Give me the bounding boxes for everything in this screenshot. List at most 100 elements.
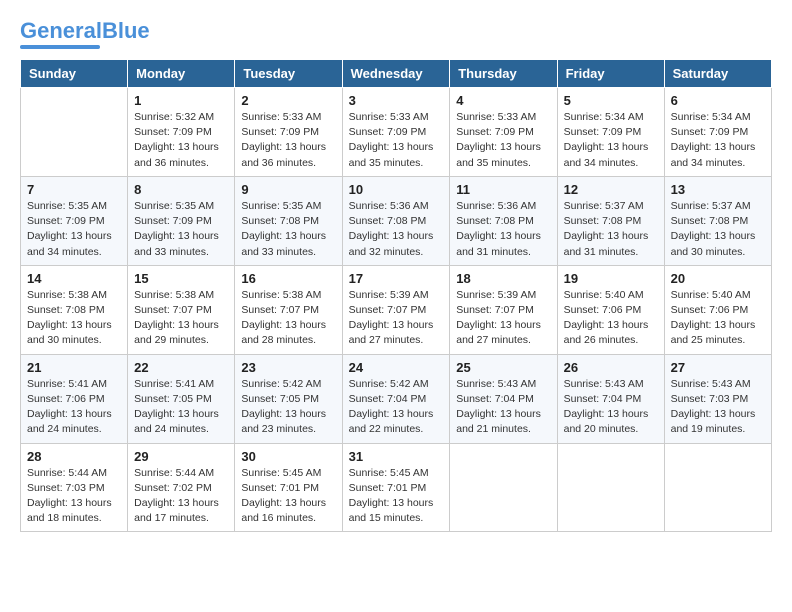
day-number: 15 (134, 271, 228, 286)
day-number: 14 (27, 271, 121, 286)
day-info: Sunrise: 5:37 AMSunset: 7:08 PMDaylight:… (564, 199, 658, 260)
day-cell: 14 Sunrise: 5:38 AMSunset: 7:08 PMDayligh… (21, 265, 128, 354)
day-info: Sunrise: 5:45 AMSunset: 7:01 PMDaylight:… (349, 466, 444, 527)
day-cell: 16Sunrise: 5:38 AMSunset: 7:07 PMDayligh… (235, 265, 342, 354)
week-row-4: 21Sunrise: 5:41 AMSunset: 7:06 PMDayligh… (21, 354, 772, 443)
col-header-monday: Monday (128, 60, 235, 88)
day-info: Sunrise: 5:36 AMSunset: 7:08 PMDaylight:… (456, 199, 550, 260)
week-row-1: 1 Sunrise: 5:32 AMSunset: 7:09 PMDaylight… (21, 88, 772, 177)
day-cell: 8 Sunrise: 5:35 AMSunset: 7:09 PMDaylight… (128, 176, 235, 265)
page-header: GeneralBlue (20, 20, 772, 49)
day-number: 30 (241, 449, 335, 464)
day-info: Sunrise: 5:32 AMSunset: 7:09 PMDaylight:… (134, 110, 228, 171)
day-cell: 22 Sunrise: 5:41 AMSunset: 7:05 PMDayligh… (128, 354, 235, 443)
day-cell: 5 Sunrise: 5:34 AMSunset: 7:09 PMDaylight… (557, 88, 664, 177)
day-number: 3 (349, 93, 444, 108)
day-info: Sunrise: 5:42 AMSunset: 7:04 PMDaylight:… (349, 377, 444, 438)
day-number: 24 (349, 360, 444, 375)
logo: GeneralBlue (20, 20, 150, 49)
day-cell: 18 Sunrise: 5:39 AMSunset: 7:07 PMDayligh… (450, 265, 557, 354)
day-number: 20 (671, 271, 765, 286)
day-cell (557, 443, 664, 532)
day-number: 8 (134, 182, 228, 197)
day-number: 29 (134, 449, 228, 464)
day-cell: 29Sunrise: 5:44 AMSunset: 7:02 PMDayligh… (128, 443, 235, 532)
day-info: Sunrise: 5:35 AMSunset: 7:08 PMDaylight:… (241, 199, 335, 260)
day-info: Sunrise: 5:34 AMSunset: 7:09 PMDaylight:… (564, 110, 658, 171)
day-number: 12 (564, 182, 658, 197)
day-info: Sunrise: 5:37 AMSunset: 7:08 PMDaylight:… (671, 199, 765, 260)
day-number: 22 (134, 360, 228, 375)
logo-general: General (20, 18, 102, 43)
day-info: Sunrise: 5:45 AMSunset: 7:01 PMDaylight:… (241, 466, 335, 527)
week-row-2: 7Sunrise: 5:35 AMSunset: 7:09 PMDaylight… (21, 176, 772, 265)
day-cell: 28 Sunrise: 5:44 AMSunset: 7:03 PMDayligh… (21, 443, 128, 532)
day-number: 10 (349, 182, 444, 197)
day-cell: 20 Sunrise: 5:40 AMSunset: 7:06 PMDayligh… (664, 265, 771, 354)
day-cell: 21Sunrise: 5:41 AMSunset: 7:06 PMDayligh… (21, 354, 128, 443)
day-info: Sunrise: 5:35 AMSunset: 7:09 PMDaylight:… (27, 199, 121, 260)
day-cell: 30 Sunrise: 5:45 AMSunset: 7:01 PMDayligh… (235, 443, 342, 532)
day-info: Sunrise: 5:43 AMSunset: 7:04 PMDaylight:… (456, 377, 550, 438)
day-number: 17 (349, 271, 444, 286)
day-number: 23 (241, 360, 335, 375)
day-number: 21 (27, 360, 121, 375)
day-cell: 10 Sunrise: 5:36 AMSunset: 7:08 PMDayligh… (342, 176, 450, 265)
day-number: 27 (671, 360, 765, 375)
day-number: 4 (456, 93, 550, 108)
day-cell: 31 Sunrise: 5:45 AMSunset: 7:01 PMDayligh… (342, 443, 450, 532)
day-cell: 25 Sunrise: 5:43 AMSunset: 7:04 PMDayligh… (450, 354, 557, 443)
day-cell: 13 Sunrise: 5:37 AMSunset: 7:08 PMDayligh… (664, 176, 771, 265)
day-cell: 6Sunrise: 5:34 AMSunset: 7:09 PMDaylight… (664, 88, 771, 177)
day-info: Sunrise: 5:44 AMSunset: 7:03 PMDaylight:… (27, 466, 121, 527)
day-info: Sunrise: 5:38 AMSunset: 7:07 PMDaylight:… (134, 288, 228, 349)
day-cell: 17Sunrise: 5:39 AMSunset: 7:07 PMDayligh… (342, 265, 450, 354)
day-cell: 15 Sunrise: 5:38 AMSunset: 7:07 PMDayligh… (128, 265, 235, 354)
day-cell: 1 Sunrise: 5:32 AMSunset: 7:09 PMDaylight… (128, 88, 235, 177)
day-cell (450, 443, 557, 532)
calendar-table: SundayMondayTuesdayWednesdayThursdayFrid… (20, 59, 772, 532)
day-cell (664, 443, 771, 532)
day-number: 18 (456, 271, 550, 286)
day-number: 16 (241, 271, 335, 286)
day-info: Sunrise: 5:42 AMSunset: 7:05 PMDaylight:… (241, 377, 335, 438)
day-info: Sunrise: 5:43 AMSunset: 7:04 PMDaylight:… (564, 377, 658, 438)
day-number: 25 (456, 360, 550, 375)
logo-blue: Blue (102, 18, 150, 43)
day-info: Sunrise: 5:38 AMSunset: 7:08 PMDaylight:… (27, 288, 121, 349)
day-cell: 23 Sunrise: 5:42 AMSunset: 7:05 PMDayligh… (235, 354, 342, 443)
day-cell: 24 Sunrise: 5:42 AMSunset: 7:04 PMDayligh… (342, 354, 450, 443)
day-info: Sunrise: 5:36 AMSunset: 7:08 PMDaylight:… (349, 199, 444, 260)
day-number: 19 (564, 271, 658, 286)
day-cell (21, 88, 128, 177)
col-header-tuesday: Tuesday (235, 60, 342, 88)
col-header-sunday: Sunday (21, 60, 128, 88)
col-header-friday: Friday (557, 60, 664, 88)
logo-bar (20, 45, 100, 49)
day-info: Sunrise: 5:39 AMSunset: 7:07 PMDaylight:… (456, 288, 550, 349)
day-info: Sunrise: 5:40 AMSunset: 7:06 PMDaylight:… (564, 288, 658, 349)
day-info: Sunrise: 5:33 AMSunset: 7:09 PMDaylight:… (349, 110, 444, 171)
week-row-3: 14 Sunrise: 5:38 AMSunset: 7:08 PMDayligh… (21, 265, 772, 354)
day-info: Sunrise: 5:33 AMSunset: 7:09 PMDaylight:… (456, 110, 550, 171)
col-header-thursday: Thursday (450, 60, 557, 88)
day-info: Sunrise: 5:40 AMSunset: 7:06 PMDaylight:… (671, 288, 765, 349)
day-info: Sunrise: 5:43 AMSunset: 7:03 PMDaylight:… (671, 377, 765, 438)
day-info: Sunrise: 5:41 AMSunset: 7:05 PMDaylight:… (134, 377, 228, 438)
day-number: 26 (564, 360, 658, 375)
day-cell: 4 Sunrise: 5:33 AMSunset: 7:09 PMDaylight… (450, 88, 557, 177)
day-number: 13 (671, 182, 765, 197)
col-header-saturday: Saturday (664, 60, 771, 88)
day-cell: 11Sunrise: 5:36 AMSunset: 7:08 PMDayligh… (450, 176, 557, 265)
day-number: 5 (564, 93, 658, 108)
day-cell: 7Sunrise: 5:35 AMSunset: 7:09 PMDaylight… (21, 176, 128, 265)
day-cell: 12 Sunrise: 5:37 AMSunset: 7:08 PMDayligh… (557, 176, 664, 265)
day-cell: 19 Sunrise: 5:40 AMSunset: 7:06 PMDayligh… (557, 265, 664, 354)
day-number: 9 (241, 182, 335, 197)
calendar-header-row: SundayMondayTuesdayWednesdayThursdayFrid… (21, 60, 772, 88)
day-number: 1 (134, 93, 228, 108)
day-info: Sunrise: 5:35 AMSunset: 7:09 PMDaylight:… (134, 199, 228, 260)
day-number: 28 (27, 449, 121, 464)
day-number: 31 (349, 449, 444, 464)
day-cell: 26 Sunrise: 5:43 AMSunset: 7:04 PMDayligh… (557, 354, 664, 443)
